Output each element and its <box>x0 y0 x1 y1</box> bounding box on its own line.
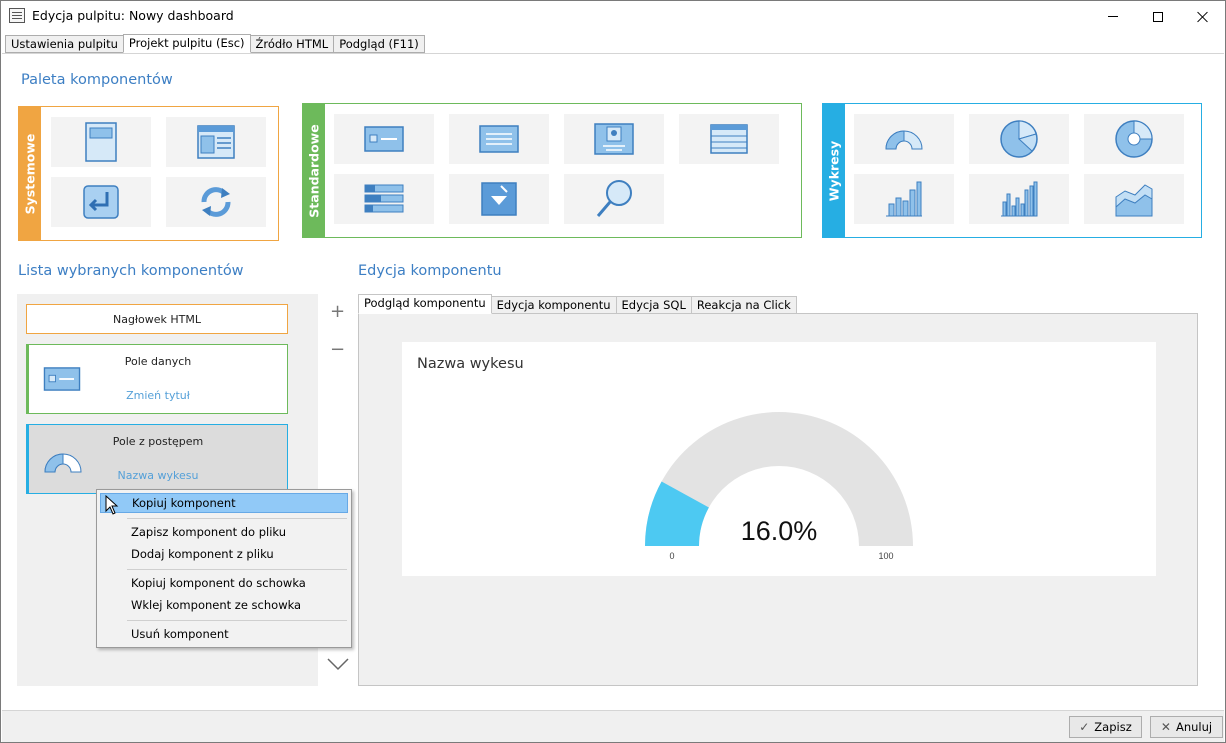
menu-item-delete-component[interactable]: Usuń komponent <box>100 624 348 644</box>
add-component-button[interactable]: + <box>330 301 345 322</box>
menu-item-copy-to-clipboard[interactable]: Kopiuj komponent do schowka <box>100 573 348 593</box>
menu-separator <box>127 569 347 570</box>
user-card-icon <box>594 123 634 155</box>
table-icon <box>710 124 748 154</box>
list-icon <box>364 184 404 213</box>
main-tabs: Ustawienia pulpitu Projekt pulpitu (Esc)… <box>5 34 425 53</box>
bottom-bar: ✓ Zapisz ✕ Anuluj <box>2 710 1224 742</box>
data-field-icon <box>43 367 81 391</box>
palette-tile-user-card[interactable] <box>564 114 664 164</box>
app-icon <box>9 8 25 23</box>
gauge-chart-card: Nazwa wykesu 16.0% 0 100 <box>402 342 1156 576</box>
search-icon <box>596 180 632 217</box>
palette-tile-area-chart[interactable] <box>1084 174 1184 224</box>
tab-component-edit[interactable]: Edycja komponentu <box>490 296 617 314</box>
save-button[interactable]: ✓ Zapisz <box>1069 716 1142 738</box>
palette-tile-list[interactable] <box>334 174 434 224</box>
close-icon <box>1197 11 1209 23</box>
tab-preview[interactable]: Podgląd (F11) <box>333 35 425 53</box>
gauge-chart: 16.0% 0 100 <box>645 412 913 561</box>
tab-dashboard-design[interactable]: Projekt pulpitu (Esc) <box>122 34 251 53</box>
palette-title: Paleta komponentów <box>21 72 173 88</box>
pie-chart-icon <box>1000 120 1038 158</box>
cross-icon: ✕ <box>1160 720 1171 734</box>
refresh-icon <box>201 187 231 217</box>
close-button[interactable] <box>1180 1 1226 32</box>
menu-item-save-to-file[interactable]: Zapisz komponent do pliku <box>100 522 348 542</box>
menu-separator <box>127 620 347 621</box>
gauge-min-label: 0 <box>669 551 674 561</box>
component-item-subtitle: Nazwa wykesu <box>117 469 199 482</box>
component-item-title: Nagłowek HTML <box>112 313 202 326</box>
remove-component-button[interactable]: − <box>330 339 345 360</box>
palette-tile-page[interactable] <box>51 117 151 167</box>
palette-tile-table[interactable] <box>679 114 779 164</box>
checkmark-icon: ✓ <box>1079 720 1090 734</box>
menu-item-add-from-file[interactable]: Dodaj komponent z pliku <box>100 544 348 564</box>
palette-tile-html-header[interactable] <box>166 117 266 167</box>
scroll-down-button[interactable] <box>327 656 349 675</box>
mouse-cursor-icon <box>105 495 119 515</box>
component-item-subtitle: Zmień tytuł <box>126 389 190 402</box>
dropdown-icon <box>481 182 517 216</box>
text-block-icon <box>479 125 519 153</box>
tab-html-source[interactable]: Źródło HTML <box>249 35 335 53</box>
menu-item-paste-from-clipboard[interactable]: Wklej komponent ze schowka <box>100 595 348 615</box>
component-edit-tabs: Podgląd komponentu Edycja komponentu Edy… <box>358 294 797 314</box>
gauge-icon <box>885 130 923 150</box>
chevron-down-icon <box>327 658 349 671</box>
palette-tile-search[interactable] <box>564 174 664 224</box>
palette-group-system: Systemowe <box>18 106 279 241</box>
page-icon <box>85 122 117 162</box>
menu-separator <box>127 518 347 519</box>
menu-item-copy-component[interactable]: Kopiuj komponent <box>100 493 348 513</box>
tab-click-reaction[interactable]: Reakcja na Click <box>690 296 797 314</box>
tab-sql-edit[interactable]: Edycja SQL <box>615 296 692 314</box>
cancel-button[interactable]: ✕ Anuluj <box>1150 716 1223 738</box>
palette-group-charts-label: Wykresy <box>823 104 845 237</box>
grouped-bar-chart-icon <box>1001 181 1038 217</box>
enter-icon <box>83 185 119 219</box>
gauge-max-label: 100 <box>878 551 893 561</box>
donut-chart-icon <box>1115 120 1153 158</box>
minimize-button[interactable] <box>1090 1 1136 32</box>
title-bar: Edycja pulpitu: Nowy dashboard <box>1 1 1225 32</box>
minimize-icon <box>1108 16 1118 17</box>
palette-tile-donut-chart[interactable] <box>1084 114 1184 164</box>
palette-group-standard: Standardowe <box>302 103 802 238</box>
palette-tile-gauge[interactable] <box>854 114 954 164</box>
window-title: Edycja pulpitu: Nowy dashboard <box>32 8 234 23</box>
component-item-html-header[interactable]: Nagłowek HTML <box>26 304 288 334</box>
palette-tile-grouped-bar-chart[interactable] <box>969 174 1069 224</box>
html-header-icon <box>197 125 235 159</box>
component-preview-area: Nazwa wykesu 16.0% 0 100 <box>358 313 1198 686</box>
component-edit-title: Edycja komponentu <box>358 263 502 279</box>
maximize-button[interactable] <box>1135 1 1181 32</box>
palette-group-charts: Wykresy <box>822 103 1202 238</box>
palette-tile-data-field[interactable] <box>334 114 434 164</box>
palette-tile-enter[interactable] <box>51 177 151 227</box>
tab-dashboard-settings[interactable]: Ustawienia pulpitu <box>5 35 124 53</box>
data-field-icon <box>364 126 404 152</box>
maximize-icon <box>1153 11 1163 22</box>
component-item-progress-field[interactable]: Pole z postępem Nazwa wykesu <box>26 424 288 494</box>
palette-tile-refresh[interactable] <box>166 177 266 227</box>
dashboard-editor-window: Edycja pulpitu: Nowy dashboard Ustawieni… <box>0 0 1226 743</box>
component-item-title: Pole danych <box>124 355 192 368</box>
palette-group-system-label: Systemowe <box>19 107 41 240</box>
bar-chart-icon <box>886 181 922 217</box>
palette-tile-bar-chart[interactable] <box>854 174 954 224</box>
palette-group-standard-label: Standardowe <box>303 104 325 237</box>
component-item-title: Pole z postępem <box>112 435 204 448</box>
gauge-value-label: 16.0% <box>741 516 818 546</box>
palette-tile-text[interactable] <box>449 114 549 164</box>
palette-tile-dropdown[interactable] <box>449 174 549 224</box>
context-menu: Kopiuj komponent Zapisz komponent do pli… <box>96 489 352 648</box>
tab-component-preview[interactable]: Podgląd komponentu <box>358 294 492 314</box>
area-chart-icon <box>1115 184 1153 217</box>
palette-tile-pie-chart[interactable] <box>969 114 1069 164</box>
component-item-data-field[interactable]: Pole danych Zmień tytuł <box>26 344 288 414</box>
component-list-title: Lista wybranych komponentów <box>18 263 244 279</box>
